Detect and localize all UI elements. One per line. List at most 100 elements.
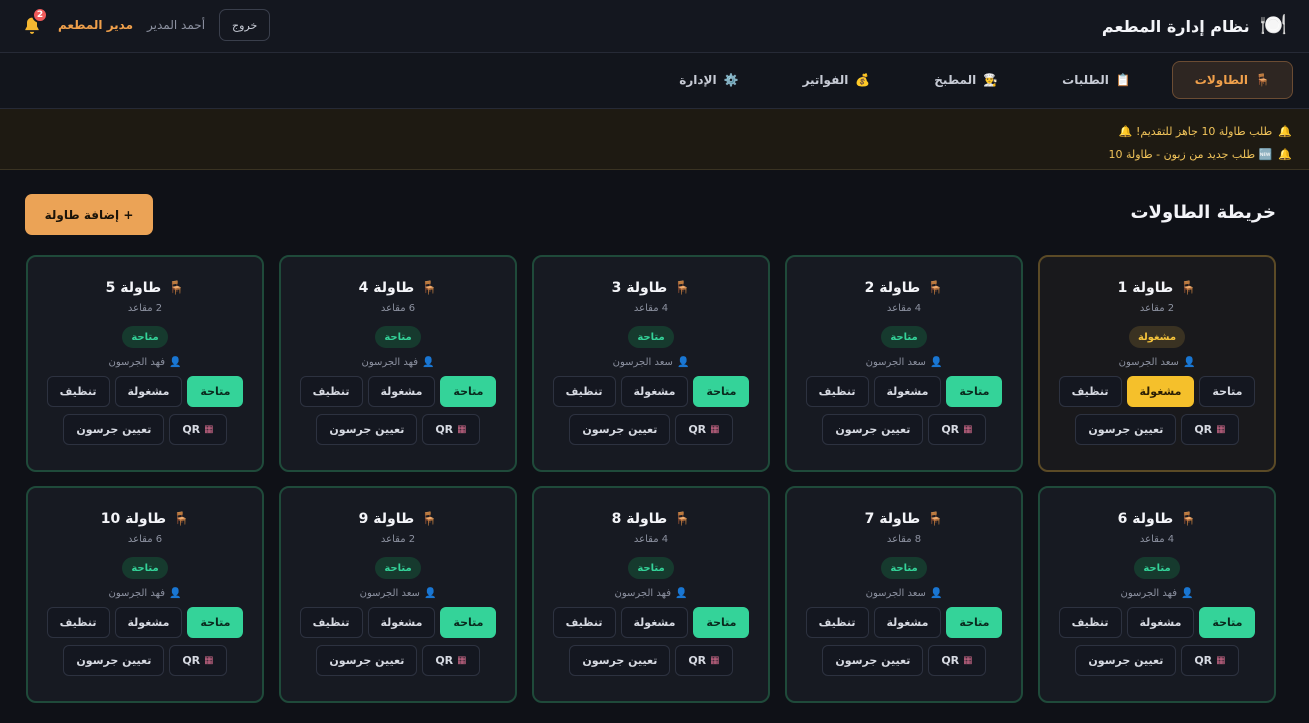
set-cleaning-button[interactable]: تنظيف bbox=[299, 607, 363, 638]
table-tools: ▦ QR تعيين جرسون bbox=[569, 414, 733, 445]
tab-label: الطاولات bbox=[1194, 73, 1249, 87]
tab-label: المطبخ bbox=[934, 73, 977, 87]
set-cleaning-button[interactable]: تنظيف bbox=[1058, 607, 1122, 638]
set-cleaning-button[interactable]: تنظيف bbox=[1058, 376, 1122, 407]
qr-button[interactable]: ▦ QR bbox=[675, 645, 733, 676]
qr-button[interactable]: ▦ QR bbox=[422, 414, 480, 445]
status-actions: متاحة مشغولة تنظيف bbox=[552, 376, 750, 407]
set-occupied-button[interactable]: مشغولة bbox=[1126, 607, 1195, 638]
set-available-button[interactable]: متاحة bbox=[693, 607, 750, 638]
set-occupied-button[interactable]: مشغولة bbox=[1126, 376, 1195, 407]
notifications-button[interactable]: 2 bbox=[20, 7, 48, 37]
status-badge: متاحة bbox=[122, 557, 168, 579]
set-available-button[interactable]: متاحة bbox=[1199, 607, 1256, 638]
add-table-button[interactable]: + إضافة طاولة bbox=[25, 194, 153, 235]
plate-icon: 🍽️ bbox=[1259, 13, 1287, 38]
assign-waiter-button[interactable]: تعيين جرسون bbox=[63, 414, 165, 445]
notifications-panel: 🔔 طلب طاولة 10 جاهز للتقديم! 🔔 🔔 🆕 طلب ج… bbox=[0, 109, 1309, 170]
user-role: مدير المطعم bbox=[58, 18, 134, 32]
table-seats: 8 مقاعد bbox=[886, 534, 922, 545]
assign-waiter-button[interactable]: تعيين جرسون bbox=[316, 645, 418, 676]
qr-code-icon: ▦ bbox=[1216, 655, 1226, 666]
set-occupied-button[interactable]: مشغولة bbox=[367, 607, 436, 638]
tab-tables[interactable]: 🪑 الطاولات bbox=[1171, 61, 1293, 99]
set-available-button[interactable]: متاحة bbox=[187, 376, 244, 407]
status-actions: متاحة مشغولة تنظيف bbox=[1058, 376, 1256, 407]
qr-button[interactable]: ▦ QR bbox=[422, 645, 480, 676]
notification-text: طلب طاولة 10 جاهز للتقديم! 🔔 bbox=[1118, 125, 1273, 138]
qr-button[interactable]: ▦ QR bbox=[1181, 645, 1239, 676]
status-badge: مشغولة bbox=[1128, 326, 1186, 348]
assign-waiter-button[interactable]: تعيين جرسون bbox=[63, 645, 165, 676]
table-seats: 2 مقاعد bbox=[1139, 303, 1175, 314]
waiter-name: سعد الجرسون bbox=[612, 356, 673, 368]
set-occupied-button[interactable]: مشغولة bbox=[114, 607, 183, 638]
tab-label: الإدارة bbox=[679, 73, 717, 87]
table-card-header: 🪑 طاولة 1 bbox=[1118, 277, 1197, 299]
table-card: 🪑 طاولة 5 2 مقاعد متاحة 👤 فهد الجرسون مت… bbox=[26, 255, 264, 472]
waiter-name: سعد الجرسون bbox=[1118, 356, 1179, 368]
waiter-name: فهد الجرسون bbox=[108, 587, 166, 599]
qr-button[interactable]: ▦ QR bbox=[169, 645, 227, 676]
tab-kitchen[interactable]: 👨‍🍳 المطبخ bbox=[911, 61, 1021, 99]
assign-waiter-button[interactable]: تعيين جرسون bbox=[1075, 645, 1177, 676]
set-available-button[interactable]: متاحة bbox=[187, 607, 244, 638]
qr-label: QR bbox=[1194, 654, 1213, 667]
qr-label: QR bbox=[688, 423, 707, 436]
set-occupied-button[interactable]: مشغولة bbox=[620, 607, 689, 638]
set-cleaning-button[interactable]: تنظيف bbox=[805, 607, 869, 638]
set-available-button[interactable]: متاحة bbox=[1199, 376, 1256, 407]
status-badge: متاحة bbox=[628, 326, 674, 348]
person-icon: 👤 bbox=[169, 587, 182, 599]
set-cleaning-button[interactable]: تنظيف bbox=[46, 607, 110, 638]
set-available-button[interactable]: متاحة bbox=[440, 376, 497, 407]
set-occupied-button[interactable]: مشغولة bbox=[620, 376, 689, 407]
logout-button[interactable]: خروج bbox=[219, 9, 271, 41]
person-icon: 👤 bbox=[929, 356, 943, 368]
qr-button[interactable]: ▦ QR bbox=[928, 414, 986, 445]
clipboard-icon: 📋 bbox=[1115, 73, 1131, 87]
set-available-button[interactable]: متاحة bbox=[946, 376, 1003, 407]
table-tools: ▦ QR تعيين جرسون bbox=[822, 645, 986, 676]
set-occupied-button[interactable]: مشغولة bbox=[873, 376, 942, 407]
chair-icon: 🪑 bbox=[674, 280, 691, 296]
set-occupied-button[interactable]: مشغولة bbox=[873, 607, 942, 638]
assign-waiter-button[interactable]: تعيين جرسون bbox=[822, 414, 924, 445]
tab-admin[interactable]: ⚙️ الإدارة bbox=[656, 61, 761, 99]
set-cleaning-button[interactable]: تنظيف bbox=[552, 376, 616, 407]
set-cleaning-button[interactable]: تنظيف bbox=[46, 376, 110, 407]
assign-waiter-button[interactable]: تعيين جرسون bbox=[316, 414, 418, 445]
set-available-button[interactable]: متاحة bbox=[693, 376, 750, 407]
status-actions: متاحة مشغولة تنظيف bbox=[299, 376, 497, 407]
qr-button[interactable]: ▦ QR bbox=[928, 645, 986, 676]
set-occupied-button[interactable]: مشغولة bbox=[114, 376, 183, 407]
status-actions: متاحة مشغولة تنظيف bbox=[46, 376, 244, 407]
qr-button[interactable]: ▦ QR bbox=[675, 414, 733, 445]
table-card-header: 🪑 طاولة 7 bbox=[865, 508, 944, 530]
set-available-button[interactable]: متاحة bbox=[440, 607, 497, 638]
set-occupied-button[interactable]: مشغولة bbox=[367, 376, 436, 407]
assign-waiter-button[interactable]: تعيين جرسون bbox=[569, 414, 671, 445]
tab-orders[interactable]: 📋 الطلبات bbox=[1039, 61, 1154, 99]
set-cleaning-button[interactable]: تنظيف bbox=[299, 376, 363, 407]
set-available-button[interactable]: متاحة bbox=[946, 607, 1003, 638]
chair-icon: 🪑 bbox=[1180, 511, 1197, 527]
assign-waiter-button[interactable]: تعيين جرسون bbox=[569, 645, 671, 676]
person-icon: 👤 bbox=[675, 587, 688, 599]
table-seats: 6 مقاعد bbox=[380, 303, 416, 314]
table-name: طاولة 10 bbox=[100, 511, 167, 527]
assign-waiter-button[interactable]: تعيين جرسون bbox=[822, 645, 924, 676]
table-card-header: 🪑 طاولة 3 bbox=[612, 277, 691, 299]
qr-button[interactable]: ▦ QR bbox=[1181, 414, 1239, 445]
set-cleaning-button[interactable]: تنظيف bbox=[805, 376, 869, 407]
table-name: طاولة 4 bbox=[358, 280, 415, 296]
set-cleaning-button[interactable]: تنظيف bbox=[552, 607, 616, 638]
assigned-waiter: 👤 فهد الجرسون bbox=[615, 585, 688, 601]
assigned-waiter: 👤 فهد الجرسون bbox=[1121, 585, 1194, 601]
page-title: خريطة الطاولات bbox=[1130, 202, 1276, 223]
status-actions: متاحة مشغولة تنظيف bbox=[805, 607, 1003, 638]
qr-button[interactable]: ▦ QR bbox=[169, 414, 227, 445]
assign-waiter-button[interactable]: تعيين جرسون bbox=[1075, 414, 1177, 445]
tab-invoices[interactable]: 💰 الفواتير bbox=[780, 61, 894, 99]
chair-icon: 🪑 bbox=[421, 511, 438, 527]
